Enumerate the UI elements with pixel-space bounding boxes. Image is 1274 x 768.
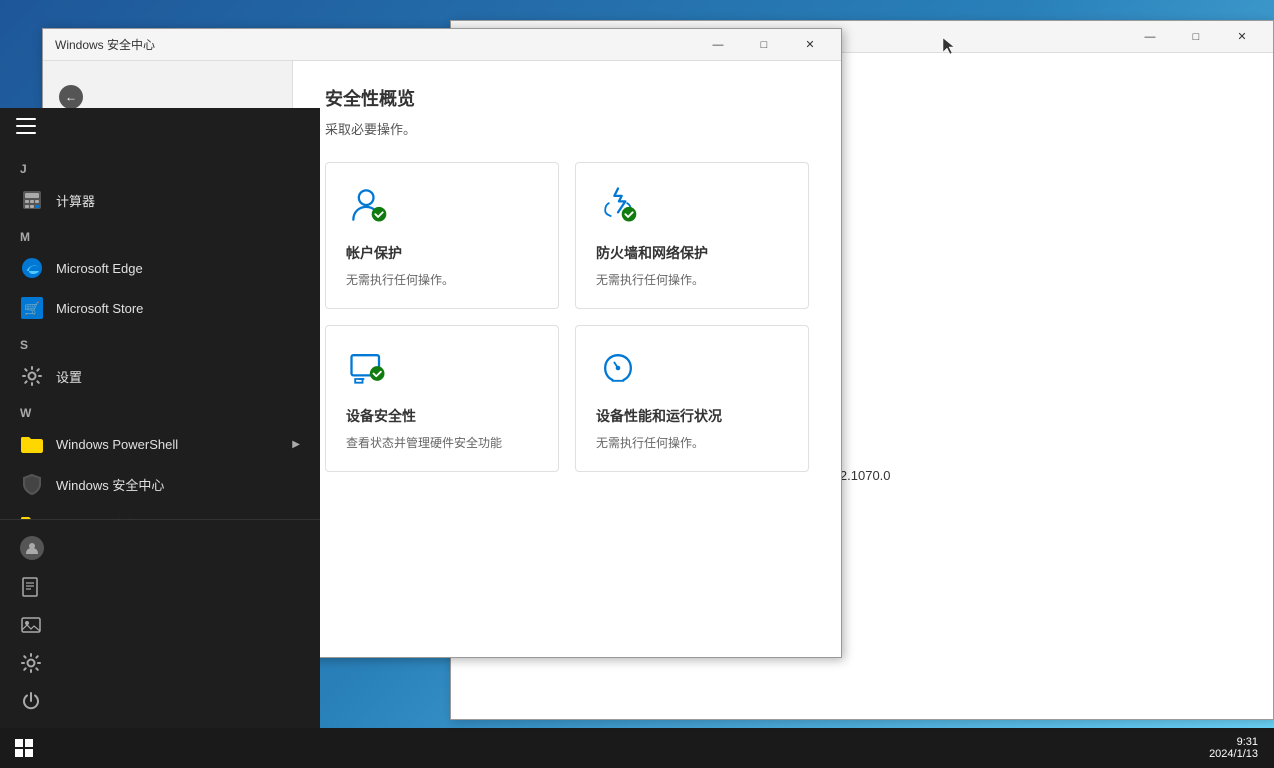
footer-user[interactable] [0,528,320,568]
firewall-card[interactable]: 防火墙和网络保护 无需执行任何操作。 [575,162,809,309]
store-icon: 🛒 [20,296,44,320]
about-maximize-button[interactable]: □ [1173,21,1219,53]
accessories-folder-icon [20,512,44,519]
date-display: 2024/1/13 [1209,748,1258,760]
calculator-icon [20,188,44,212]
section-letter-s: S [0,334,320,356]
settings-icon [20,364,44,388]
windows-logo-icon [15,739,33,757]
footer-document[interactable] [0,568,320,606]
security-shield-icon [20,472,44,496]
powershell-folder-icon [20,432,44,456]
section-letter-j: J [0,158,320,180]
start-menu: J 计算器 M [0,108,320,728]
pictures-icon [20,614,42,636]
security-minimize-button[interactable]: — [695,29,741,61]
section-letter-m: M [0,226,320,248]
user-avatar [20,536,44,560]
back-arrow-icon: ← [59,85,83,109]
menu-item-edge[interactable]: Microsoft Edge [0,248,320,288]
edge-icon [20,256,44,280]
taskbar-time: 9:31 2024/1/13 [1209,736,1274,760]
security-maximize-button[interactable]: □ [741,29,787,61]
start-menu-header [0,108,320,144]
section-letter-w: W [0,402,320,424]
calculator-label: 计算器 [56,191,300,210]
device-security-icon [346,346,394,394]
security-close-button[interactable]: ✕ [787,29,833,61]
menu-item-accessories[interactable]: Windows 附件 ▲ [0,504,320,519]
account-protection-icon [346,183,394,231]
powershell-expand-arrow: ▶ [292,439,300,450]
menu-item-security[interactable]: Windows 安全中心 [0,464,320,504]
power-icon [20,690,42,712]
device-security-desc: 查看状态并管理硬件安全功能 [346,434,538,451]
firewall-title: 防火墙和网络保护 [596,243,788,263]
menu-item-settings[interactable]: 设置 [0,356,320,396]
hamburger-icon[interactable] [16,118,36,134]
device-performance-card[interactable]: 设备性能和运行状况 无需执行任何操作。 [575,325,809,472]
menu-item-store[interactable]: 🛒 Microsoft Store [0,288,320,328]
footer-power[interactable] [0,682,320,720]
settings-label: 设置 [56,367,300,386]
about-window-controls: — □ ✕ [1127,21,1265,53]
device-performance-icon [596,346,644,394]
security-main-title: 安全性概览 [325,85,809,111]
about-close-button[interactable]: ✕ [1219,21,1265,53]
footer-settings-icon [20,652,42,674]
edge-label: Microsoft Edge [56,261,300,276]
powershell-label: Windows PowerShell [56,437,280,452]
accessories-label: Windows 附件 [56,515,278,520]
device-performance-title: 设备性能和运行状况 [596,406,788,426]
security-main-content: 安全性概览 采取必要操作。 帐户保护 [293,61,841,657]
firewall-icon [596,183,644,231]
firewall-desc: 无需执行任何操作。 [596,271,788,288]
device-security-card[interactable]: 设备安全性 查看状态并管理硬件安全功能 [325,325,559,472]
menu-item-powershell[interactable]: Windows PowerShell ▶ [0,424,320,464]
device-security-title: 设备安全性 [346,406,538,426]
security-label: Windows 安全中心 [56,475,300,494]
footer-pictures[interactable] [0,606,320,644]
document-icon [20,576,42,598]
store-label: Microsoft Store [56,301,300,316]
account-protection-desc: 无需执行任何操作。 [346,271,538,288]
start-button[interactable] [0,728,48,768]
about-minimize-button[interactable]: — [1127,21,1173,53]
account-protection-title: 帐户保护 [346,243,538,263]
start-menu-footer [0,519,320,728]
taskbar: 9:31 2024/1/13 [0,728,1274,768]
device-performance-desc: 无需执行任何操作。 [596,434,788,451]
accessories-expand-arrow: ▲ [290,519,300,520]
security-description: 采取必要操作。 [325,119,809,138]
security-window-controls: — □ ✕ [695,29,833,61]
footer-settings-btn[interactable] [0,644,320,682]
security-cards-grid: 帐户保护 无需执行任何操作。 [325,162,809,472]
time-display: 9:31 [1209,736,1258,748]
security-title-text: Windows 安全中心 [51,36,695,53]
menu-item-calculator[interactable]: 计算器 [0,180,320,220]
security-titlebar: Windows 安全中心 — □ ✕ [43,29,841,61]
svg-text:🛒: 🛒 [24,301,40,316]
start-menu-list: J 计算器 M [0,144,320,519]
account-protection-card[interactable]: 帐户保护 无需执行任何操作。 [325,162,559,309]
desktop: — □ ✕ 于 类型 64 位操作系统，基于 x64 的处理器 触控 没有可用于… [0,0,1274,768]
